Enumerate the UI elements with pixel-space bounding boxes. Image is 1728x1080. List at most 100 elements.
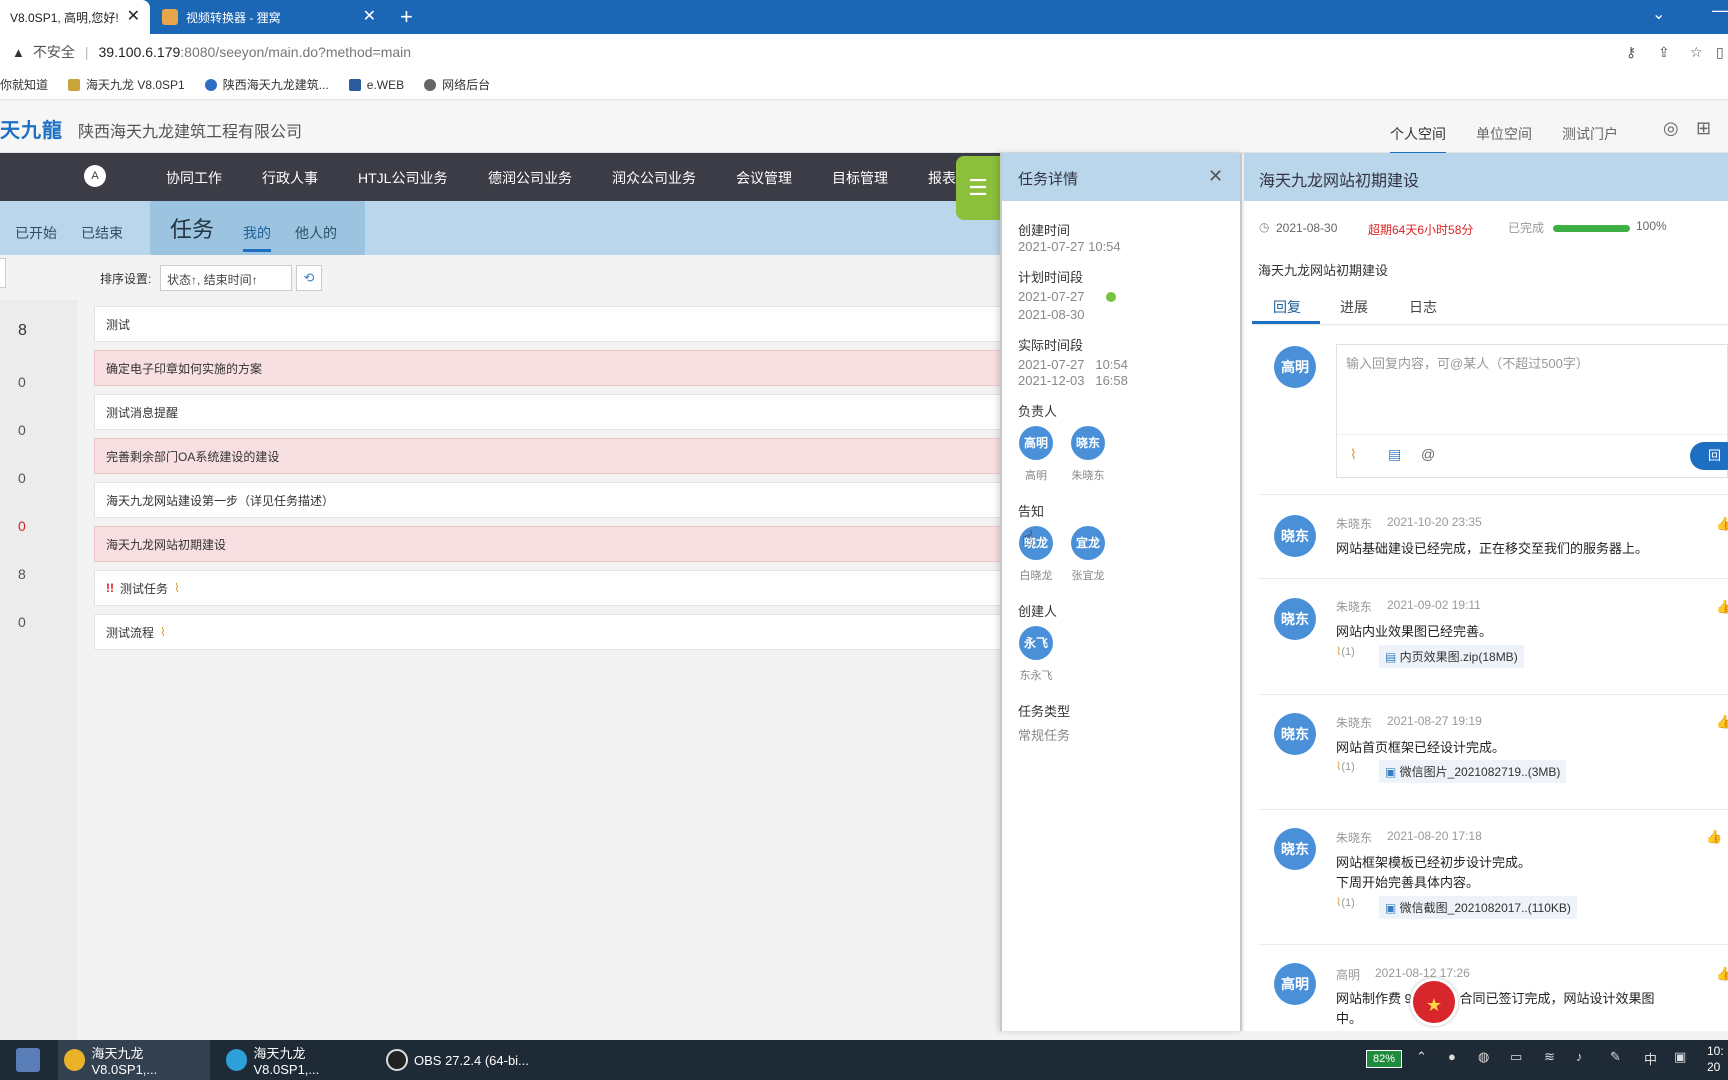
wifi-icon[interactable]: ≋ bbox=[1544, 1049, 1555, 1065]
avatar[interactable]: 晓东 bbox=[1274, 598, 1316, 640]
attachment-icon[interactable]: ⌇ bbox=[1350, 446, 1357, 463]
tab-test-portal[interactable]: 测试门户 bbox=[1562, 124, 1618, 144]
count-value: 0 bbox=[18, 518, 26, 534]
tab-unit-space[interactable]: 单位空间 bbox=[1476, 124, 1532, 144]
nav-item[interactable]: 报表 bbox=[928, 168, 956, 188]
volume-icon[interactable]: ♪ bbox=[1576, 1049, 1583, 1064]
attachment-file[interactable]: ▤ 内页效果图.zip(18MB) bbox=[1379, 645, 1524, 668]
wechat-icon[interactable]: ◍ bbox=[1478, 1049, 1489, 1065]
task-row[interactable]: 确定电子印章如何实施的方案 bbox=[94, 350, 1004, 386]
nav-item[interactable]: 德润公司业务 bbox=[488, 168, 572, 188]
task-row[interactable]: 完善剩余部门OA系统建设的建设 bbox=[94, 438, 1004, 474]
taskbar-item[interactable]: 海天九龙 V8.0SP1,... bbox=[220, 1040, 372, 1080]
taskbar-item[interactable]: 海天九龙 V8.0SP1,... bbox=[58, 1040, 210, 1080]
avatar[interactable]: 高明 bbox=[1019, 426, 1053, 460]
nav-item[interactable]: HTJL公司业务 bbox=[358, 168, 447, 188]
bookmark[interactable]: 你就知道 bbox=[0, 76, 48, 93]
comment-author: 高明 bbox=[1336, 968, 1361, 982]
avatar[interactable]: 永飞 bbox=[1019, 626, 1053, 660]
task-row[interactable]: 海天九龙网站建设第一步（详见任务描述） bbox=[94, 482, 1004, 518]
battery-icon[interactable]: ▭ bbox=[1510, 1049, 1522, 1065]
like-icon[interactable]: 👍 bbox=[1716, 516, 1728, 532]
tab-personal-space[interactable]: 个人空间 bbox=[1390, 124, 1446, 154]
attachment-count-value: (1) bbox=[1341, 897, 1355, 909]
nav-item[interactable]: 协同工作 bbox=[166, 168, 222, 188]
filter-started[interactable]: 已开始 bbox=[15, 223, 57, 243]
attachment-file[interactable]: ▣ 微信图片_2021082719..(3MB) bbox=[1379, 760, 1567, 783]
home-icon[interactable]: A bbox=[84, 165, 106, 187]
app-tray-icon[interactable]: ▣ bbox=[1674, 1049, 1686, 1065]
filter-ended[interactable]: 已结束 bbox=[81, 223, 123, 243]
tab-search-chevron-icon[interactable]: ⌄ bbox=[1652, 4, 1665, 24]
bookmark-icon bbox=[68, 78, 81, 91]
task-row[interactable]: 测试 bbox=[94, 306, 1004, 342]
close-icon[interactable]: ✕ bbox=[127, 9, 140, 25]
battery-indicator[interactable]: 82% bbox=[1366, 1050, 1402, 1068]
panel-toggle-icon[interactable]: ☰ bbox=[956, 156, 1000, 220]
browser-tab[interactable]: 视频转换器 - 狸窝 ✕ bbox=[152, 0, 386, 34]
reset-sort-icon[interactable]: ⟲ bbox=[296, 265, 322, 291]
bookmark[interactable]: 网络后台 bbox=[424, 76, 490, 93]
insecure-label: 不安全 bbox=[32, 44, 75, 60]
like-icon[interactable]: 👍 bbox=[1716, 599, 1728, 615]
avatar[interactable]: 晓东 bbox=[1274, 713, 1316, 755]
bookmark[interactable]: 陕西海天九龙建筑... bbox=[204, 76, 329, 93]
close-icon[interactable]: ✕ bbox=[1208, 166, 1223, 187]
key-icon[interactable]: ⚷ bbox=[1626, 44, 1636, 61]
bookmark-label: e.WEB bbox=[366, 77, 405, 92]
nav-item[interactable]: 润众公司业务 bbox=[612, 168, 696, 188]
attachment-file[interactable]: ▣ 微信截图_2021082017..(110KB) bbox=[1379, 896, 1577, 919]
task-row[interactable]: 测试消息提醒 bbox=[94, 394, 1004, 430]
tab-log[interactable]: 日志 bbox=[1409, 297, 1437, 317]
browser-tab-active[interactable]: V8.0SP1, 高明,您好! ✕ bbox=[0, 0, 150, 34]
progress-fill bbox=[1553, 225, 1630, 232]
avatar[interactable]: 高明 bbox=[1274, 963, 1316, 1005]
clock[interactable]: 10: 20 bbox=[1707, 1043, 1724, 1075]
microphone-icon[interactable]: ● bbox=[1448, 1049, 1456, 1064]
attachment-count: ⌇(1) bbox=[1336, 645, 1355, 658]
avatar[interactable]: 晓东 bbox=[1071, 426, 1105, 460]
tab-others[interactable]: 他人的 bbox=[295, 223, 337, 243]
tab-reply[interactable]: 回复 bbox=[1273, 297, 1301, 317]
left-input[interactable] bbox=[0, 258, 6, 288]
star-icon[interactable]: ☆ bbox=[1690, 44, 1703, 61]
minimize-icon[interactable]: — bbox=[1712, 0, 1728, 21]
bookmark[interactable]: e.WEB bbox=[348, 77, 405, 92]
tab-progress[interactable]: 进展 bbox=[1340, 297, 1368, 317]
person-name: 张宜龙 bbox=[1071, 570, 1105, 582]
avatar[interactable]: 晓东 bbox=[1274, 515, 1316, 557]
apps-grid-icon[interactable]: ⊞ bbox=[1696, 118, 1711, 139]
comment-time: 2021-08-27 19:19 bbox=[1387, 714, 1482, 728]
close-icon[interactable]: ✕ bbox=[363, 9, 376, 25]
pen-icon[interactable]: ✎ bbox=[1610, 1049, 1621, 1065]
bookmark[interactable]: 海天九龙 V8.0SP1 bbox=[68, 76, 185, 93]
nav-item[interactable]: 会议管理 bbox=[736, 168, 792, 188]
avatar[interactable]: 晓东 bbox=[1274, 828, 1316, 870]
tab-mine[interactable]: 我的 bbox=[243, 223, 271, 252]
start-icon[interactable] bbox=[16, 1048, 40, 1072]
taskbar-item[interactable]: OBS 27.2.4 (64-bi... bbox=[382, 1040, 534, 1080]
avatar[interactable]: 宜龙 bbox=[1071, 526, 1105, 560]
like-icon[interactable]: 👍 bbox=[1716, 966, 1728, 982]
user-icon[interactable]: ◎ bbox=[1663, 118, 1679, 139]
mention-icon[interactable]: @ bbox=[1421, 446, 1435, 462]
task-row[interactable]: 测试流程 ⌇ bbox=[94, 614, 1004, 650]
share-icon[interactable]: ⇪ bbox=[1658, 44, 1670, 61]
chevron-up-icon[interactable]: ⌃ bbox=[1416, 1049, 1427, 1065]
document-icon[interactable]: ▤ bbox=[1388, 446, 1401, 463]
task-row[interactable]: !! 测试任务 ⌇ bbox=[94, 570, 1004, 606]
address-bar[interactable]: ▲ 不安全 | 39.100.6.179 :8080/seeyon/main.d… bbox=[0, 34, 1728, 70]
new-tab-button[interactable]: + bbox=[400, 4, 413, 30]
nav-item[interactable]: 行政人事 bbox=[262, 168, 318, 188]
ime-indicator[interactable]: 中 bbox=[1644, 1049, 1657, 1068]
tab-title: 视频转换器 - 狸窝 bbox=[186, 10, 281, 25]
sidebar-icon[interactable]: ▯ bbox=[1716, 44, 1724, 61]
sort-select[interactable]: 状态↑, 结束时间↑ bbox=[160, 265, 292, 291]
nav-item[interactable]: 目标管理 bbox=[832, 168, 888, 188]
reply-button[interactable]: 回 bbox=[1690, 442, 1728, 470]
task-row[interactable]: 海天九龙网站初期建设 bbox=[94, 526, 1004, 562]
like-icon[interactable]: 👍 bbox=[1716, 714, 1728, 730]
like-icon[interactable]: 👍 bbox=[1706, 829, 1722, 845]
taskbar-label: 海天九龙 V8.0SP1,... bbox=[91, 1046, 158, 1077]
divider: | bbox=[84, 44, 89, 60]
